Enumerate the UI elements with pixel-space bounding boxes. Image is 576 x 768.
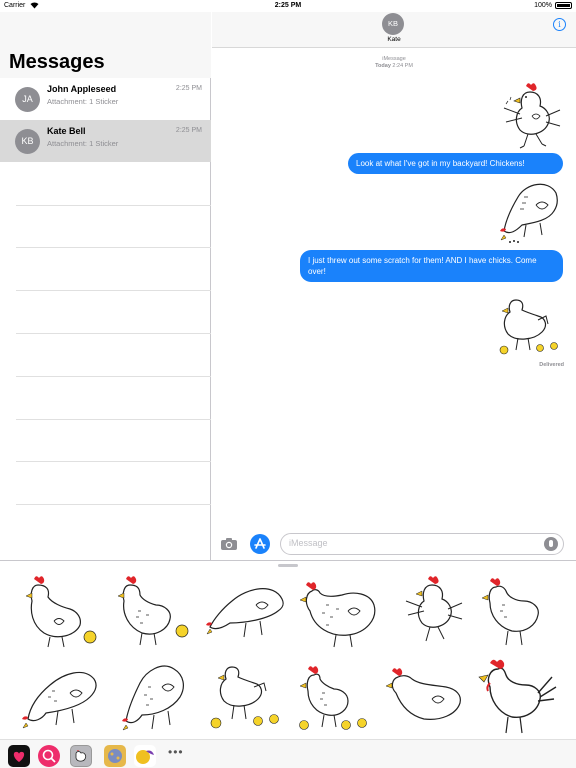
divider <box>16 333 211 334</box>
search-stickers-icon[interactable] <box>38 745 60 767</box>
chicken-pack-icon[interactable] <box>70 745 92 767</box>
drawer-grabber[interactable] <box>278 564 298 567</box>
divider <box>16 419 211 420</box>
divider <box>16 290 211 291</box>
timestamp: Today 2:24 PM <box>212 63 576 69</box>
divider <box>16 376 211 377</box>
more-apps-icon[interactable]: ••• <box>168 745 184 759</box>
microphone-icon[interactable] <box>544 537 558 551</box>
conversation-time: 2:25 PM <box>175 85 202 92</box>
status-bar: Carrier 2:25 PM 100% <box>0 0 576 12</box>
timestamp-time: 2:24 PM <box>392 63 413 69</box>
sticker-pack-3-icon[interactable] <box>134 745 156 767</box>
divider <box>16 247 211 248</box>
conversation-preview: Attachment: 1 Sticker <box>47 139 119 148</box>
stickers-app-icon[interactable] <box>8 745 30 767</box>
conversation-preview: Attachment: 1 Sticker <box>47 97 119 106</box>
camera-icon[interactable] <box>220 537 238 551</box>
sticker-hen-walking[interactable] <box>384 657 476 739</box>
conversation-name: Kate Bell <box>47 126 86 136</box>
timestamp-day: Today <box>375 63 391 69</box>
conversation-time: 2:25 PM <box>175 127 202 134</box>
sticker-dancing-chicken[interactable] <box>496 78 564 150</box>
contact-name[interactable]: Kate <box>212 36 576 43</box>
contact-avatar[interactable]: KB <box>382 13 404 35</box>
conversation-row-kate[interactable]: KB Kate Bell 2:25 PM Attachment: 1 Stick… <box>0 120 211 162</box>
thread-header: KB Kate i <box>212 12 576 48</box>
avatar: JA <box>15 87 40 112</box>
battery-percent: 100% <box>534 2 552 9</box>
sticker-hen-with-chick[interactable] <box>14 571 106 653</box>
list-header: Messages <box>0 12 211 78</box>
sticker-fat-hen[interactable] <box>296 571 388 653</box>
service-label: iMessage <box>382 56 406 62</box>
app-store-icon[interactable] <box>250 534 270 554</box>
divider <box>16 504 211 505</box>
message-bubble[interactable]: I just threw out some scratch for them! … <box>300 250 563 282</box>
sticker-rooster-with-chicks[interactable] <box>294 657 386 739</box>
message-field[interactable] <box>280 533 564 555</box>
sticker-pack-2-icon[interactable] <box>104 745 126 767</box>
delivered-label: Delivered <box>539 362 564 368</box>
sticker-pecking-hen-2[interactable] <box>14 657 106 739</box>
page-title: Messages <box>9 51 105 73</box>
sticker-rooster-crowing[interactable] <box>476 657 568 739</box>
app-tray: ••• <box>0 739 576 768</box>
conversation-list-pane: Messages JA John Appleseed 2:25 PM Attac… <box>0 12 211 560</box>
sticker-rooster-standing[interactable] <box>476 571 568 653</box>
sticker-hen-with-chicks[interactable] <box>490 294 566 358</box>
divider <box>16 205 211 206</box>
conversation-name: John Appleseed <box>47 84 117 94</box>
sticker-pecking-hen[interactable] <box>202 571 294 653</box>
divider <box>16 461 211 462</box>
sticker-pecking-hen-3[interactable] <box>108 657 200 739</box>
sticker-hen-with-chick-2[interactable] <box>108 571 200 653</box>
info-icon[interactable]: i <box>553 18 566 31</box>
avatar: KB <box>15 129 40 154</box>
battery-icon <box>555 2 572 9</box>
sticker-dancing-chicken[interactable] <box>388 571 480 653</box>
sticker-hen-with-chicks[interactable] <box>202 657 294 739</box>
status-time: 2:25 PM <box>274 2 302 9</box>
thread-pane: KB Kate i iMessage Today 2:24 PM Look at… <box>212 12 576 560</box>
input-bar <box>212 530 576 560</box>
conversation-row-john[interactable]: JA John Appleseed 2:25 PM Attachment: 1 … <box>0 78 211 120</box>
sticker-drawer: ••• <box>0 560 576 768</box>
message-bubble[interactable]: Look at what I've got in my backyard! Ch… <box>348 153 563 174</box>
message-input[interactable] <box>289 538 529 548</box>
sticker-pecking-chicken[interactable] <box>496 175 564 245</box>
